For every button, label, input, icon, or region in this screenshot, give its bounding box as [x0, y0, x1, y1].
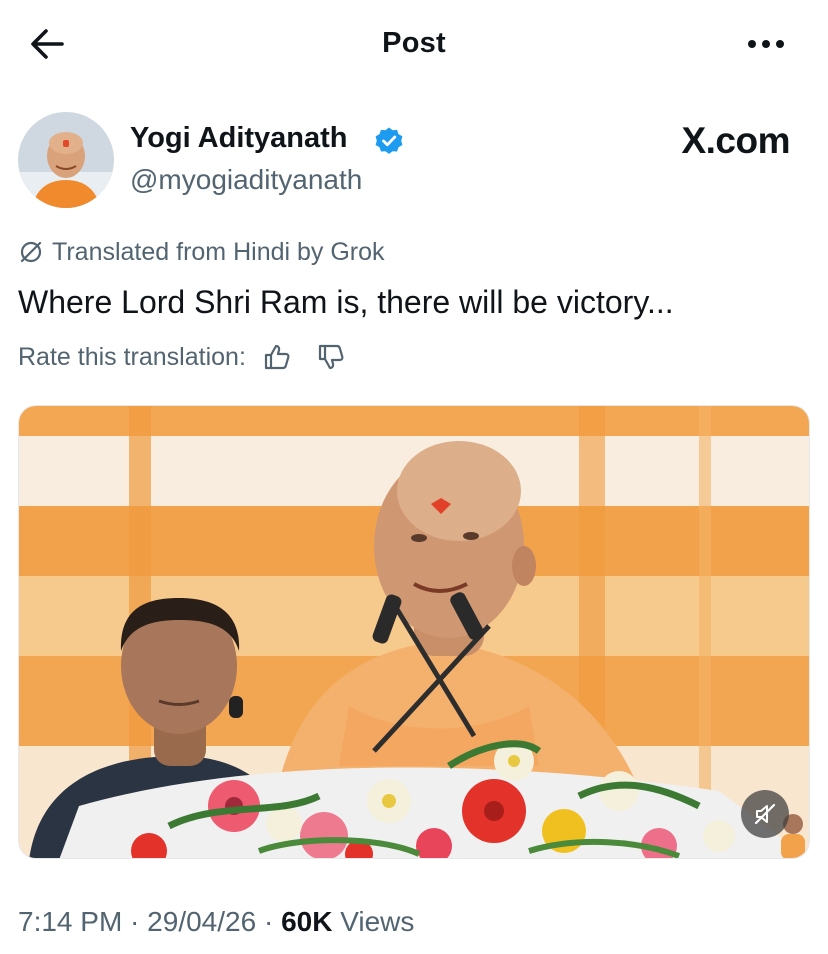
post-author: Yogi Adityanath @myogiadityanath X.com: [18, 112, 810, 212]
verified-badge-icon: [375, 127, 403, 154]
speaker-muted-icon: [754, 803, 776, 825]
thumbs-up-button[interactable]: [260, 340, 294, 374]
rate-translation-label: Rate this translation:: [18, 342, 246, 371]
views-count[interactable]: 60K: [281, 906, 332, 937]
rate-translation: Rate this translation:: [18, 338, 348, 376]
more-horizontal-icon: [748, 40, 784, 48]
post-time[interactable]: 7:14 PM: [18, 906, 122, 937]
meta-separator-1: ·: [122, 906, 148, 937]
x-com-watermark: X.com: [681, 120, 790, 161]
translation-notice-text: Translated from Hindi by Grok: [52, 237, 385, 266]
views-label: Views: [332, 906, 415, 937]
post-video[interactable]: [18, 405, 810, 859]
more-options-button[interactable]: [742, 30, 790, 58]
thumbs-down-icon: [318, 344, 344, 370]
page-title: Post: [382, 27, 446, 59]
author-display-name[interactable]: Yogi Adityanath: [130, 122, 348, 155]
avatar[interactable]: [18, 112, 114, 208]
avatar-image: [18, 112, 114, 208]
post-text: Where Lord Shri Ram is, there will be vi…: [18, 284, 674, 320]
grok-icon: [20, 241, 42, 263]
thumbs-down-button[interactable]: [314, 340, 348, 374]
post-meta: 7:14 PM · 29/04/26 · 60K Views: [18, 906, 414, 938]
video-frame: [19, 406, 809, 858]
meta-separator-2: ·: [256, 906, 282, 937]
post-date[interactable]: 29/04/26: [147, 906, 256, 937]
top-bar: Post: [0, 0, 828, 90]
author-handle[interactable]: @myogiadityanath: [130, 164, 362, 196]
thumbs-up-icon: [264, 344, 290, 370]
mute-toggle-button[interactable]: [741, 790, 789, 838]
translation-notice: Translated from Hindi by Grok: [18, 235, 385, 269]
